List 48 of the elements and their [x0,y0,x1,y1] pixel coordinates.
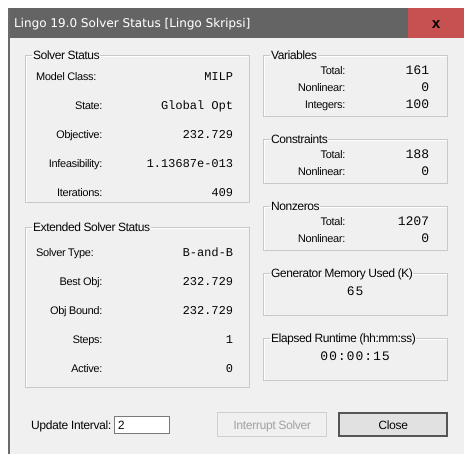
field-value: Global Opt [160,98,234,112]
field-label: Obj Bound: [48,304,102,316]
window-close-button[interactable]: x [408,8,464,38]
field-label: Integers: [304,98,345,110]
field-value: 0 [420,164,430,179]
field-value: 65 [346,283,366,299]
field-label: Total: [320,216,345,228]
field-label: Steps: [72,334,102,346]
field-value: 409 [210,186,234,200]
field-value: 0 [224,362,234,376]
field-label: Model Class: [36,70,97,82]
group-title: Elapsed Runtime (hh:mm:ss) [270,331,416,345]
field-value: 232.729 [182,274,234,288]
field-label: Solver Type: [36,246,94,258]
field-label: Objective: [55,128,102,140]
field-label: Active: [70,362,102,374]
field-label: Total: [320,64,345,76]
field-value: 1207 [396,214,430,229]
field-label: Total: [320,148,345,160]
field-label: Best Obj: [58,276,102,288]
group-title: Nonzeros [270,199,320,213]
group-title: Extended Solver Status [32,220,151,234]
field-label: Update Interval: [31,418,111,432]
field-label: Nonlinear: [296,166,345,178]
field-value: 232.729 [182,128,234,142]
field-value: 1.13687e-013 [146,156,234,170]
field-value: B-and-B [182,246,234,260]
field-value: 1 [224,332,234,346]
field-value: 188 [404,147,430,162]
field-label: Infeasibility: [48,158,102,170]
field-label: Iterations: [56,186,102,198]
field-value: 00:00:15 [319,348,392,364]
group-title: Constraints [270,132,328,146]
field-value: 0 [420,80,430,95]
field-value: MILP [203,70,234,84]
input-field[interactable]: 2 [114,416,170,434]
field-label: Nonlinear: [296,232,345,244]
field-value: 0 [420,231,430,246]
field-label: Nonlinear: [296,82,345,94]
field-value: 161 [404,63,430,78]
group-title: Solver Status [32,48,100,62]
group-title: Variables [270,48,318,62]
window-title: Lingo 19.0 Solver Status [Lingo Skripsi] [13,16,252,30]
dialog-button[interactable]: Close [338,412,448,437]
field-value: 100 [404,97,430,112]
field-value: 232.729 [182,304,234,318]
group-title: Generator Memory Used (K) [270,266,414,280]
field-label: State: [74,100,102,112]
